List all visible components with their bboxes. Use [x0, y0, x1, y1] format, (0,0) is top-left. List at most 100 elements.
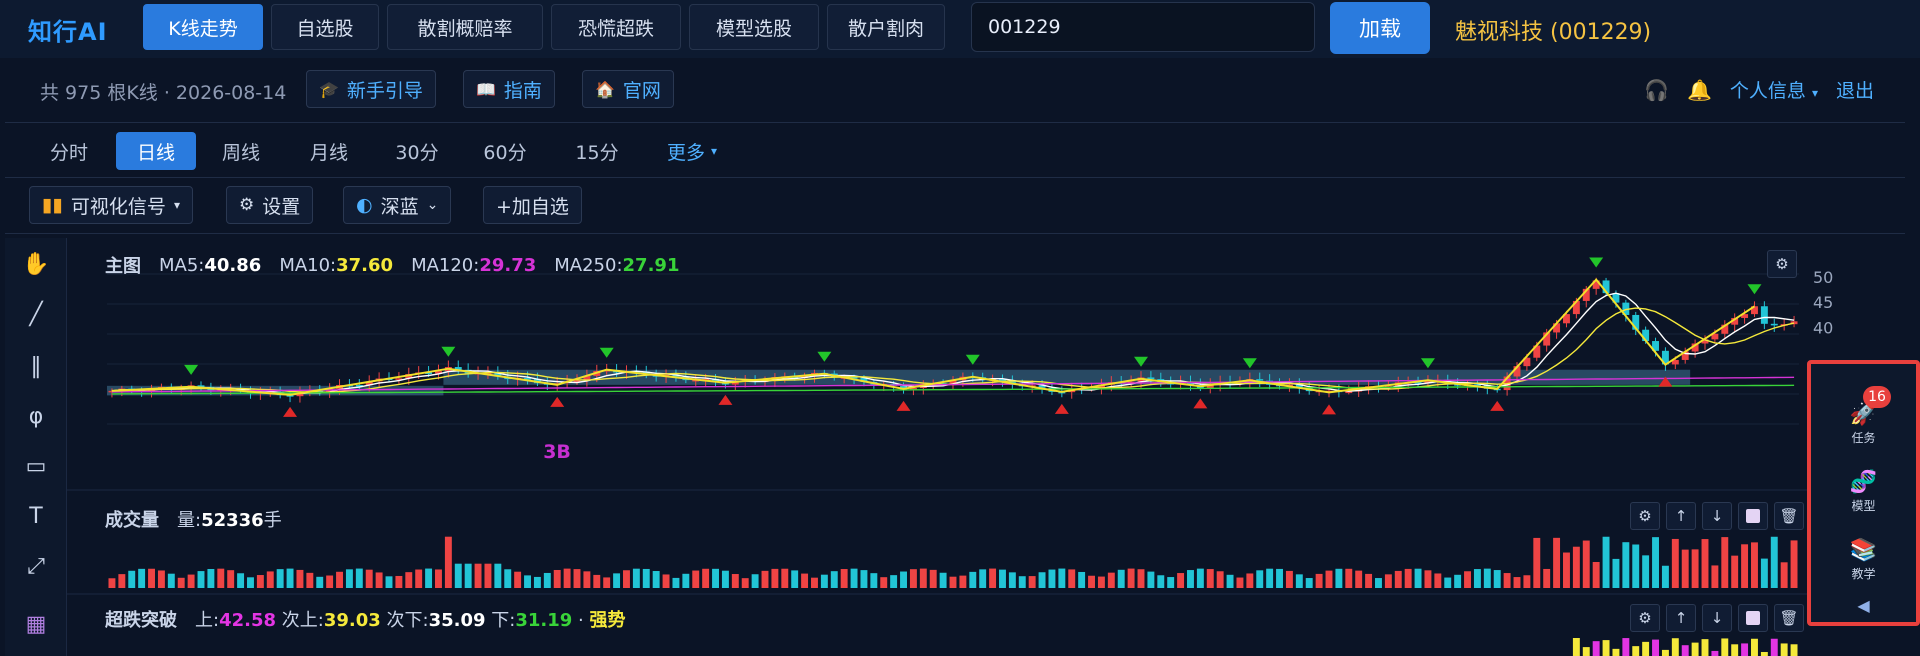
volume-bar [919, 568, 927, 588]
fibonacci-tool-icon[interactable]: φ [5, 404, 67, 429]
maximize-icon[interactable] [1738, 604, 1768, 632]
volume-bar [989, 568, 997, 588]
chart-canvas[interactable]: 3B 50 45 40 [67, 238, 1907, 656]
gear-icon[interactable]: ⚙ [1767, 250, 1797, 278]
period-tab-intraday[interactable]: 分时 [36, 132, 102, 170]
y-tick-label: 50 [1813, 268, 1833, 287]
period-tab-daily[interactable]: 日线 [116, 132, 196, 170]
logout-link[interactable]: 退出 [1836, 76, 1874, 103]
period-tab-30min[interactable]: 30分 [384, 132, 450, 170]
chart-area[interactable]: 3B 50 45 40 主图 MA5:40.86 MA10:37.60 MA120:2… [67, 238, 1907, 656]
period-tab-60min[interactable]: 60分 [472, 132, 538, 170]
signal-bar [1671, 638, 1679, 656]
maximize-icon[interactable] [1738, 502, 1768, 530]
volume-bar [1127, 568, 1135, 588]
volume-bar [1760, 558, 1768, 588]
nav-tab-retail[interactable]: 散户割肉 [827, 4, 945, 50]
rectangle-tool-icon[interactable]: ▭ [5, 454, 67, 479]
volume-bar [336, 571, 343, 588]
parallel-line-tool-icon[interactable]: ‖ [5, 354, 67, 379]
add-watchlist-button[interactable]: +加自选 [483, 186, 582, 224]
arrow-up-icon[interactable]: ↑ [1666, 604, 1696, 632]
volume-bar [1513, 577, 1521, 588]
volume-bar [1414, 568, 1422, 588]
buy-marker [550, 396, 565, 407]
volume-bar [801, 573, 809, 588]
signal-down-value: 31.19 [515, 610, 573, 631]
bell-icon[interactable]: 🔔 [1687, 78, 1712, 102]
settings-button[interactable]: ⚙ 设置 [226, 186, 314, 224]
buy-marker [718, 394, 733, 405]
stock-code-input[interactable] [971, 2, 1315, 52]
volume-bar [1008, 572, 1016, 588]
volume-bar [583, 571, 591, 588]
ma5-value: 40.86 [204, 254, 262, 276]
calculator-icon[interactable]: ▦ [5, 612, 67, 637]
signal-bar [1622, 638, 1630, 656]
period-tab-more[interactable]: 更多 ▾ [652, 132, 732, 170]
task-shortcut[interactable]: 🚀 任务 [1811, 402, 1916, 446]
arrow-down-icon[interactable]: ↓ [1702, 604, 1732, 632]
period-tab-15min[interactable]: 15分 [564, 132, 630, 170]
signal-bar [1760, 651, 1768, 656]
line-tool-icon[interactable]: ╱ [5, 302, 67, 327]
volume-bar [1097, 576, 1105, 588]
gear-icon[interactable]: ⚙ [1630, 604, 1660, 632]
volume-bar [1018, 576, 1026, 588]
volume-bar [751, 574, 759, 588]
nav-tab-kline[interactable]: K线走势 [143, 4, 263, 50]
volume-bar [1464, 571, 1471, 588]
volume-bar [345, 569, 353, 588]
load-button[interactable]: 加载 [1330, 2, 1430, 54]
signal-bar [1770, 638, 1778, 656]
volume-bar [187, 574, 195, 588]
trash-icon[interactable]: 🗑 [1774, 604, 1804, 632]
volume-bar [256, 575, 264, 588]
signal-bar [1602, 640, 1610, 656]
volume-bar [1355, 570, 1363, 588]
hand-tool-icon[interactable]: ✋ [5, 252, 67, 277]
volume-bar [415, 569, 423, 588]
volume-bar [593, 574, 601, 588]
theme-select[interactable]: ◐ 深蓝 ⌄ [343, 186, 452, 224]
buy-marker [896, 400, 911, 411]
signal-bar [1751, 638, 1758, 656]
headset-icon[interactable]: 🎧 [1644, 78, 1669, 102]
trash-icon[interactable]: 🗑 [1774, 502, 1804, 530]
volume-bar [702, 568, 710, 588]
period-tab-monthly[interactable]: 月线 [296, 132, 362, 170]
nav-tab-watchlist[interactable]: 自选股 [271, 4, 379, 50]
volume-bar [494, 563, 502, 588]
official-site-button[interactable]: 🏠 官网 [582, 70, 674, 108]
bar-chart-icon: ▮▮ [42, 194, 63, 216]
signal-bar [1780, 643, 1788, 656]
gear-icon[interactable]: ⚙ [1630, 502, 1660, 530]
newbie-guide-button[interactable]: 🎓 新手引导 [306, 70, 436, 108]
volume-bar [1335, 568, 1343, 588]
nav-tab-panic[interactable]: 恐慌超跌 [551, 4, 681, 50]
nav-tab-odds[interactable]: 散割概赔率 [387, 4, 543, 50]
profile-link[interactable]: 个人信息 ▾ [1730, 76, 1818, 103]
volume-bar [177, 577, 185, 588]
volume-bar [108, 578, 116, 588]
visual-signal-dropdown[interactable]: ▮▮ 可视化信号 ▾ [29, 186, 193, 224]
model-shortcut[interactable]: 🧬 模型 [1811, 470, 1916, 514]
text-tool-icon[interactable]: T [5, 504, 67, 529]
volume-bar [1365, 573, 1373, 588]
nav-tab-model[interactable]: 模型选股 [689, 4, 819, 50]
measure-tool-icon[interactable]: ⤢ [5, 554, 67, 579]
guide-button[interactable]: 📖 指南 [463, 70, 555, 108]
collapse-arrow-icon[interactable]: ◀ [1811, 596, 1916, 615]
teach-shortcut[interactable]: 📚 教学 [1811, 538, 1916, 582]
volume-bar [1038, 572, 1046, 588]
volume-bar [355, 568, 363, 588]
volume-bar [1226, 574, 1234, 588]
period-tab-weekly[interactable]: 周线 [208, 132, 274, 170]
volume-bar [1177, 573, 1185, 588]
arrow-down-icon[interactable]: ↓ [1702, 502, 1732, 530]
volume-bar [1612, 558, 1620, 588]
arrow-up-icon[interactable]: ↑ [1666, 502, 1696, 530]
volume-bar [1157, 575, 1165, 588]
volume-bar [652, 571, 660, 588]
signal-legend: 超跌突破 上:42.58 次上:39.03 次下:35.09 下:31.19 ·… [105, 606, 625, 632]
